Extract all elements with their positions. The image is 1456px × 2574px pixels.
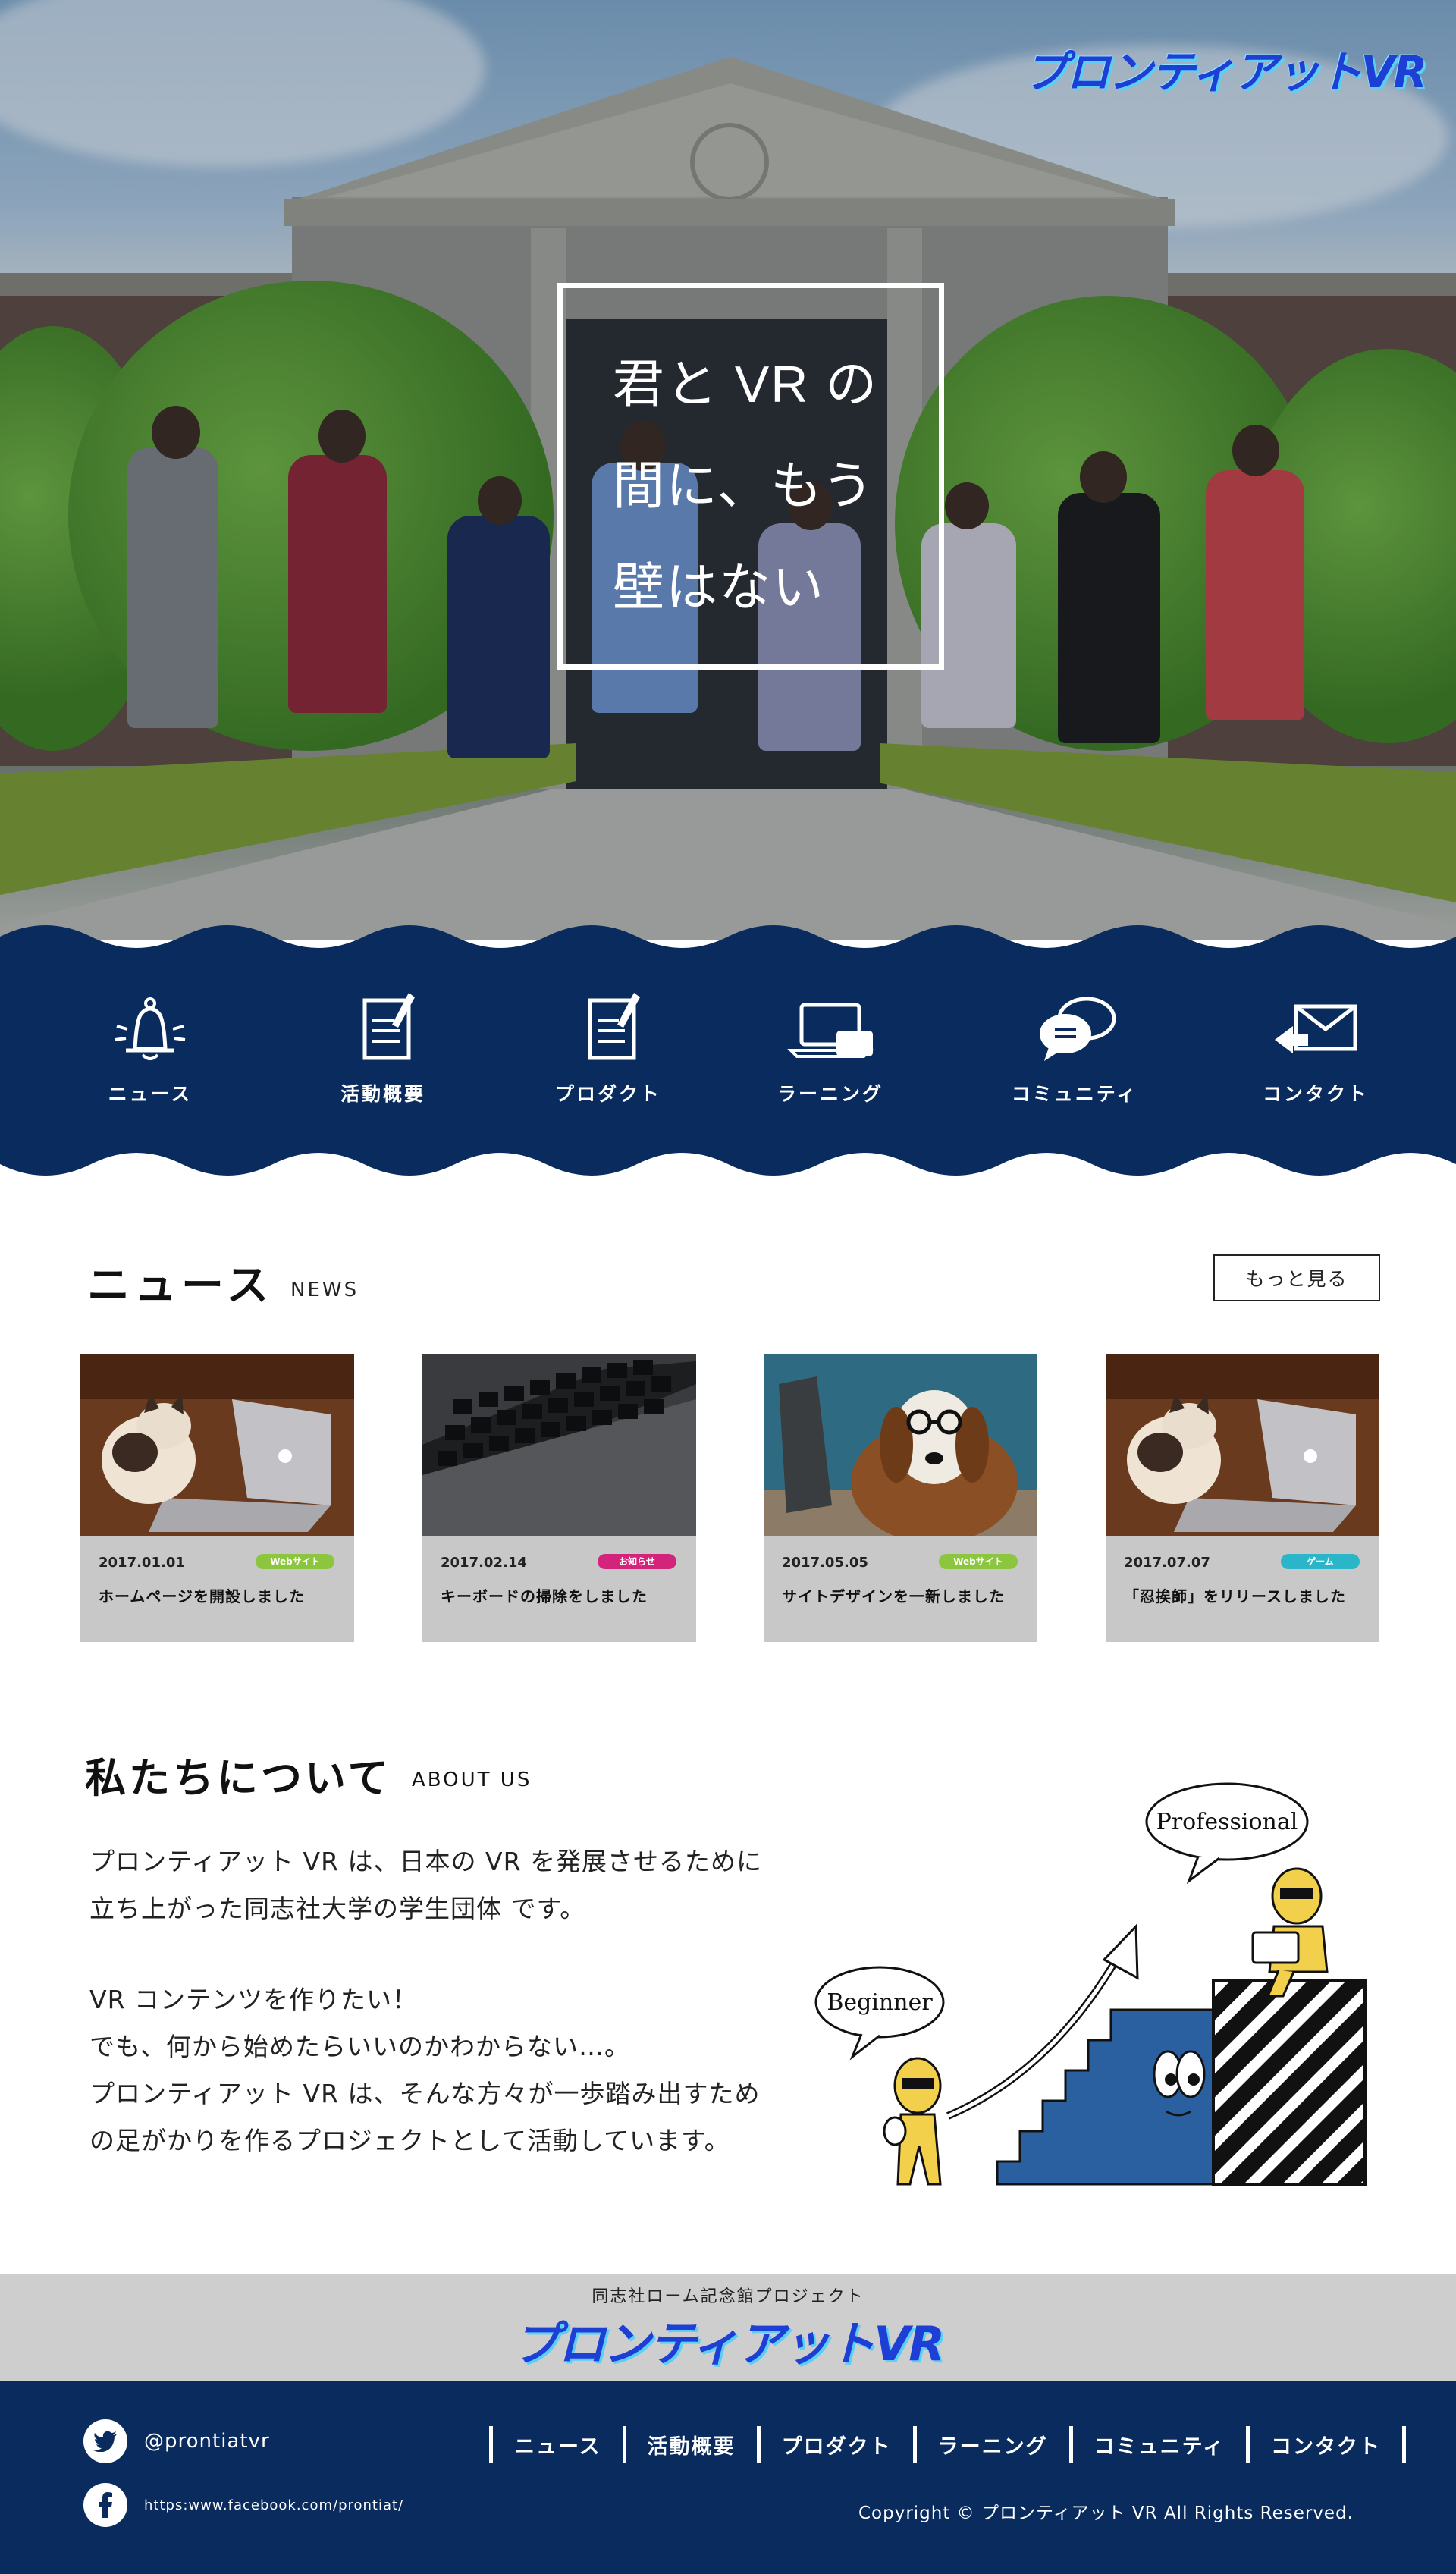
footer-navigation: ニュース 活動概要 プロダクト ラーニング コミュニティ コンタクト [489, 2425, 1407, 2463]
footer-nav-community[interactable]: コミュニティ [1073, 2430, 1246, 2459]
news-subheading: NEWS [290, 1279, 359, 1301]
facebook-link[interactable]: https:www.facebook.com/prontiat/ [83, 2483, 403, 2527]
twitter-icon [83, 2419, 127, 2463]
hero-section: プロンティアットVR 君と VR の 間に、もう 壁はない [0, 0, 1456, 940]
about-line: でも、何から始めたらいいのかわからない…。 [89, 2032, 631, 2061]
nav-activity[interactable]: 活動概要 [300, 990, 466, 1107]
bell-icon [115, 997, 186, 1060]
news-image-keyboard [422, 1354, 696, 1536]
news-card[interactable]: 2017.07.07 ゲーム 「忍挨師」をリリースしました [1106, 1354, 1379, 1642]
nav-label: 活動概要 [340, 1083, 425, 1105]
news-image-cat [80, 1354, 354, 1536]
news-card[interactable]: 2017.02.14 お知らせ キーボードの掃除をしました [422, 1354, 696, 1642]
nav-community[interactable]: コミュニティ [991, 990, 1158, 1107]
news-tag: Webサイト [256, 1554, 334, 1569]
footer-nav-divider [1402, 2426, 1407, 2463]
envelope-icon [1275, 1004, 1357, 1053]
bubble-professional: Professional [1156, 1809, 1298, 1835]
about-subheading: ABOUT US [412, 1769, 532, 1791]
nav-product[interactable]: プロダクト [525, 990, 692, 1107]
about-line: の足がかりを作るプロジェクトとして活動しています。 [89, 2126, 730, 2155]
news-card[interactable]: 2017.05.05 Webサイト サイトデザインを一新しました [764, 1354, 1037, 1642]
hero-line: 君と VR の [613, 356, 879, 413]
news-heading: ニュース [87, 1261, 274, 1311]
about-line: 立ち上がった同志社大学の学生団体 です。 [89, 1894, 586, 1923]
nav-label: ニュース [108, 1083, 193, 1105]
about-paragraph: VR コンテンツを作りたい！ でも、何から始めたらいいのかわからない…。 プロン… [89, 1976, 761, 2164]
news-date: 2017.07.07 [1124, 1555, 1210, 1571]
footer-nav-contact[interactable]: コンタクト [1250, 2430, 1402, 2459]
news-card[interactable]: 2017.01.01 Webサイト ホームページを開設しました [80, 1354, 354, 1642]
news-image-cat [1106, 1354, 1379, 1536]
more-news-button[interactable]: もっと見る [1213, 1254, 1380, 1301]
footer-nav-activity[interactable]: 活動概要 [626, 2430, 757, 2459]
nav-label: コミュニティ [1011, 1083, 1138, 1105]
facebook-url: https:www.facebook.com/prontiat/ [144, 2497, 404, 2513]
footer-logo[interactable]: プロンティアットVR [0, 2306, 1456, 2374]
news-date: 2017.05.05 [782, 1555, 868, 1571]
news-card-title: ホームページを開設しました [99, 1587, 305, 1606]
hero-line: 間に、もう [613, 457, 875, 515]
laptop-icon [787, 1003, 874, 1058]
about-line: プロンティアット VR は、日本の VR を発展させるために [89, 1847, 762, 1876]
document-pen-icon [362, 993, 415, 1060]
news-tag: Webサイト [939, 1554, 1018, 1569]
about-line: VR コンテンツを作りたい！ [89, 1985, 418, 2014]
nav-news[interactable]: ニュース [67, 990, 234, 1107]
news-tag: お知らせ [598, 1554, 676, 1569]
news-tag: ゲーム [1281, 1554, 1360, 1569]
footer [0, 2381, 1456, 2574]
footer-project-label: 同志社ローム記念館プロジェクト [592, 2287, 864, 2306]
news-card-title: サイトデザインを一新しました [782, 1587, 1005, 1606]
footer-nav-learning[interactable]: ラーニング [917, 2430, 1069, 2459]
news-card-title: 「忍挨師」をリリースしました [1124, 1587, 1346, 1606]
news-card-title: キーボードの掃除をしました [441, 1587, 648, 1606]
nav-learning[interactable]: ラーニング [747, 990, 914, 1107]
twitter-link[interactable]: @prontiatvr [83, 2419, 270, 2463]
nav-contact[interactable]: コンタクト [1232, 990, 1399, 1107]
chat-bubbles-icon [1040, 997, 1116, 1061]
news-date: 2017.01.01 [99, 1555, 185, 1571]
about-line: プロンティアット VR は、そんな方々が一歩踏み出すため [89, 2079, 761, 2108]
copyright: Copyright © プロンティアット VR All Rights Reser… [858, 2503, 1354, 2523]
hero-headline: 君と VR の 間に、もう 壁はない [613, 334, 931, 639]
beginner-to-professional-illustration: Beginner Professional [814, 1782, 1367, 2186]
nav-label: プロダクト [554, 1083, 661, 1105]
facebook-icon [83, 2483, 127, 2527]
hero-line: 壁はない [613, 559, 826, 617]
nav-label: コンタクト [1262, 1083, 1369, 1105]
news-date: 2017.02.14 [441, 1555, 527, 1571]
about-paragraph: プロンティアット VR は、日本の VR を発展させるために 立ち上がった同志社… [89, 1838, 762, 1932]
twitter-handle: @prontiatvr [144, 2430, 270, 2453]
bubble-beginner: Beginner [827, 1989, 933, 2016]
document-pen-icon [588, 993, 640, 1060]
site-logo[interactable]: プロンティアットVR [1024, 36, 1427, 100]
footer-nav-news[interactable]: ニュース [493, 2430, 623, 2459]
news-image-dog [764, 1354, 1037, 1536]
about-heading: 私たちについて [85, 1754, 392, 1802]
footer-nav-product[interactable]: プロダクト [761, 2430, 913, 2459]
nav-label: ラーニング [777, 1083, 883, 1105]
